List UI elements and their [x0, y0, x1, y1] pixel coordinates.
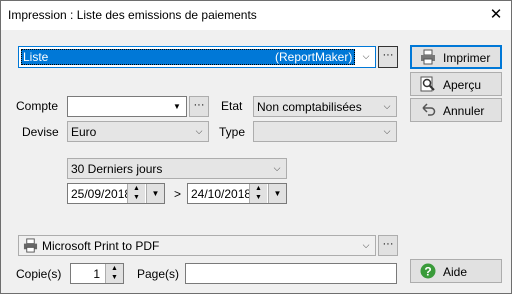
close-icon[interactable]: ✕	[483, 3, 509, 27]
compte-dropdown-arrow[interactable]: ▼	[168, 97, 186, 116]
print-button-label: Imprimer	[443, 51, 491, 65]
etat-label: Etat	[221, 99, 243, 113]
window-title: Impression : Liste des emissions de paie…	[8, 8, 257, 22]
copies-spinner[interactable]: ▲ ▼	[105, 264, 123, 283]
start-date-calendar-button[interactable]: ▼	[146, 184, 164, 203]
report-select-maker: (ReportMaker)	[275, 50, 353, 64]
preview-button[interactable]: Aperçu	[410, 72, 502, 96]
print-button[interactable]: Imprimer	[410, 45, 502, 69]
chevron-down-icon: ⌵	[273, 163, 281, 173]
date-range-separator: >	[174, 187, 182, 201]
help-button[interactable]: ? Aide	[410, 259, 502, 283]
printer-more-button[interactable]: ···	[378, 235, 398, 256]
help-button-label: Aide	[443, 265, 468, 279]
printer-select[interactable]: Microsoft Print to PDF ⌵	[18, 235, 376, 256]
chevron-down-icon: ⌵	[383, 126, 391, 136]
end-date-calendar-button[interactable]: ▼	[268, 184, 286, 203]
devise-select[interactable]: Euro ⌵	[67, 121, 209, 142]
copies-label: Copie(s)	[16, 267, 62, 281]
chevron-down-icon: ⌵	[383, 101, 391, 111]
type-label: Type	[219, 125, 246, 139]
end-date-spinner[interactable]: ▲ ▼	[249, 184, 267, 203]
svg-text:?: ?	[424, 265, 431, 279]
copies-input[interactable]: 1 ▲ ▼	[70, 263, 124, 284]
devise-label: Devise	[22, 125, 59, 139]
report-more-button[interactable]: ···	[378, 46, 398, 68]
period-select[interactable]: 30 Derniers jours ⌵	[67, 158, 287, 179]
printer-select-value: Microsoft Print to PDF	[42, 239, 160, 253]
printer-icon	[421, 49, 435, 65]
cancel-button-label: Annuler	[443, 104, 485, 118]
print-dialog: Impression : Liste des emissions de paie…	[0, 0, 512, 294]
report-select-value: Liste	[23, 50, 49, 64]
start-date-spinner[interactable]: ▲ ▼	[127, 184, 145, 203]
type-select[interactable]: ⌵	[253, 121, 397, 142]
compte-label: Compte	[16, 99, 59, 113]
etat-select[interactable]: Non comptabilisées ⌵	[253, 96, 397, 117]
end-date-input[interactable]: 24/10/2018 ▲ ▼ ▼	[187, 183, 287, 204]
chevron-down-icon: ⌵	[195, 126, 203, 136]
pages-input[interactable]	[185, 263, 397, 284]
start-date-input[interactable]: 25/09/2018 ▲ ▼ ▼	[67, 183, 165, 204]
printer-icon	[23, 238, 38, 253]
magnifier-page-icon	[420, 76, 435, 92]
undo-arrow-icon	[422, 103, 436, 116]
chevron-down-icon: ⌵	[362, 51, 370, 61]
title-bar: Impression : Liste des emissions de paie…	[1, 1, 511, 30]
compte-input[interactable]: ▼	[67, 96, 187, 117]
chevron-down-icon: ⌵	[362, 240, 370, 250]
compte-more-button[interactable]: ···	[189, 96, 209, 117]
cancel-button[interactable]: Annuler	[410, 98, 502, 122]
help-icon: ?	[420, 263, 436, 279]
preview-button-label: Aperçu	[443, 78, 482, 92]
pages-label: Page(s)	[137, 267, 180, 281]
report-select[interactable]: Liste (ReportMaker) ⌵	[18, 46, 376, 68]
